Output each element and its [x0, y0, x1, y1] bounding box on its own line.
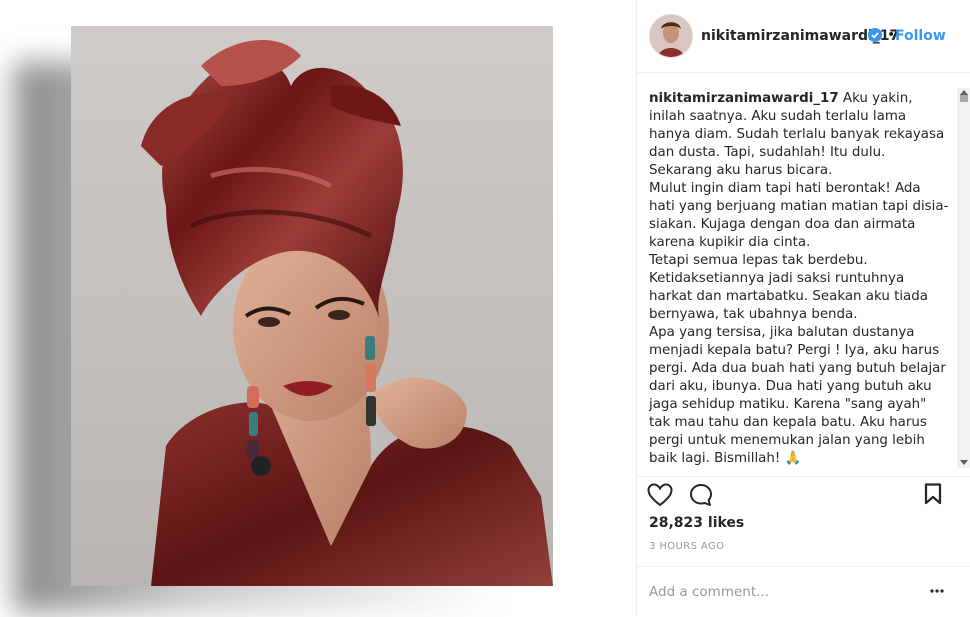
comment-input[interactable]	[647, 581, 921, 603]
avatar-image	[650, 15, 692, 57]
more-options-icon[interactable]	[929, 581, 945, 597]
action-bar	[637, 476, 970, 513]
caption-username[interactable]: nikitamirzanimawardi_17	[649, 91, 839, 106]
comment-bar	[637, 566, 970, 617]
caption-text: nikitamirzanimawardi_17 Aku yakin, inila…	[649, 90, 949, 468]
post-side-panel: nikitamirzanimawardi_17 • Follow nikitam…	[636, 0, 970, 616]
scrollbar-thumb[interactable]	[960, 94, 968, 102]
caption-body: Aku yakin, inilah saatnya. Aku sudah ter…	[649, 91, 949, 466]
post-header: nikitamirzanimawardi_17 • Follow	[637, 0, 970, 73]
scroll-down-arrow-icon[interactable]	[960, 460, 968, 465]
comment-bubble-icon[interactable]	[689, 483, 713, 507]
caption-container[interactable]: nikitamirzanimawardi_17 Aku yakin, inila…	[637, 88, 970, 468]
avatar[interactable]	[649, 14, 693, 58]
verified-badge-icon	[868, 28, 882, 42]
scroll-up-arrow-icon[interactable]	[960, 90, 968, 95]
likes-count[interactable]: 28,823 likes	[649, 515, 744, 531]
heart-icon[interactable]	[647, 483, 673, 507]
follow-button[interactable]: Follow	[895, 28, 946, 44]
portrait-illustration	[71, 26, 553, 586]
bookmark-icon[interactable]	[924, 483, 942, 505]
caption-scrollbar[interactable]	[957, 88, 970, 468]
post-photo[interactable]	[71, 26, 553, 586]
post-timestamp[interactable]: 3 HOURS AGO	[649, 541, 724, 552]
